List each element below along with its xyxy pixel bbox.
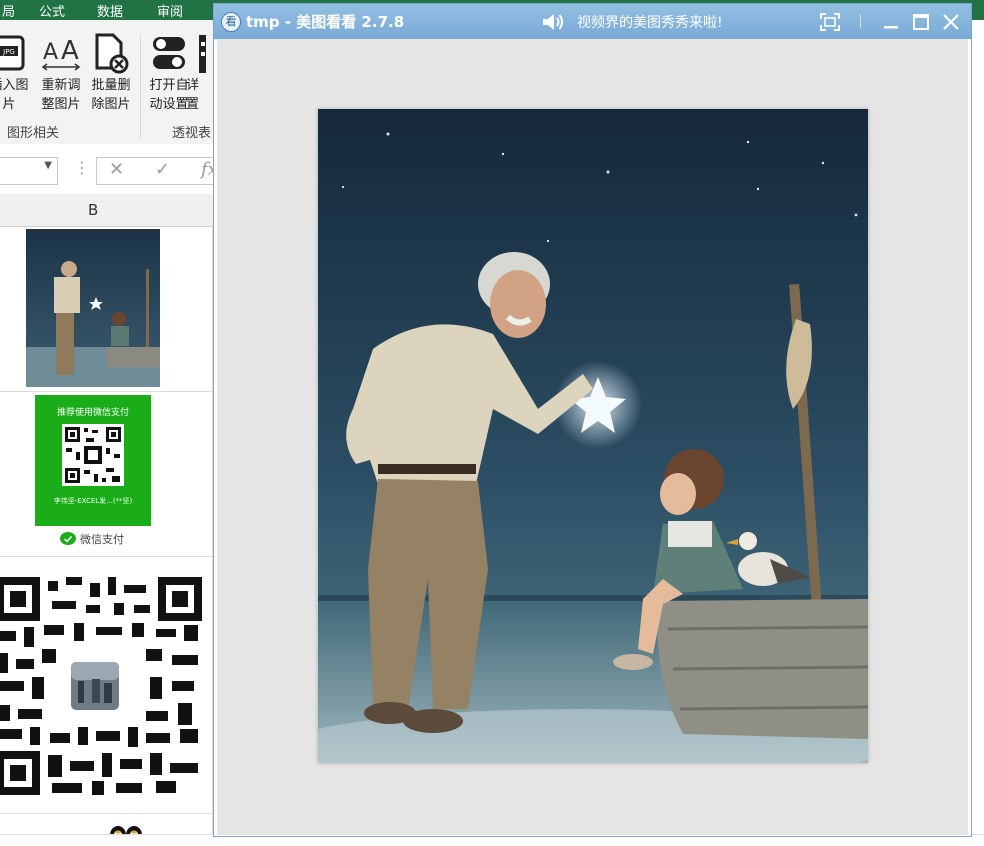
- thumbnail-image[interactable]: [26, 229, 160, 387]
- minimize-icon: [884, 26, 898, 29]
- promo-slogan[interactable]: 视频界的美图秀秀来啦!: [577, 12, 723, 32]
- group-label-pivot: 透视表: [172, 126, 212, 141]
- minimize-button[interactable]: [878, 10, 904, 34]
- delete-file-icon: [95, 33, 129, 74]
- viewer-title-bar[interactable]: 看 tmp - 美图看看 2.7.8 视频界的美图秀秀来啦!: [214, 4, 971, 39]
- close-icon: [943, 14, 959, 30]
- grid-line: [0, 556, 215, 557]
- svg-text:JPG: JPG: [2, 48, 15, 56]
- confirm-icon[interactable]: ✓: [155, 159, 170, 180]
- title-bar-divider: [860, 14, 861, 28]
- more-dots-icon: ⋮: [74, 158, 90, 177]
- insert-picture-button[interactable]: JPG 插入图 片: [0, 32, 34, 114]
- cancel-icon[interactable]: ✕: [109, 159, 124, 180]
- insert-picture-label: 插入图 片: [0, 78, 29, 112]
- formula-bar: ▼ ⋮ ✕ ✓ fx: [0, 144, 228, 195]
- wechat-pay-icon: [60, 532, 76, 545]
- grid-line: [0, 391, 215, 392]
- menu-item-partial[interactable]: 局: [2, 1, 15, 20]
- grid-line: [0, 813, 215, 814]
- chevron-down-icon: ▼: [44, 160, 52, 171]
- menu-item-data[interactable]: 数据: [97, 1, 123, 20]
- name-box[interactable]: ▼: [0, 157, 58, 185]
- wechat-pay-text: 微信支付: [80, 533, 124, 546]
- image-viewer-window: 看 tmp - 美图看看 2.7.8 视频界的美图秀秀来啦!: [213, 3, 972, 837]
- wechat-pay-title: 推荐使用微信支付: [56, 408, 129, 418]
- maximize-button[interactable]: [908, 10, 934, 34]
- detail-settings-label: 详 置: [186, 78, 200, 112]
- detail-settings-button[interactable]: 详 置: [186, 32, 216, 114]
- resize-picture-button[interactable]: A A 重新调 整图片: [36, 32, 86, 114]
- detail-icon: [199, 35, 206, 73]
- resize-picture-label: 重新调 整图片: [41, 78, 81, 112]
- displayed-image[interactable]: [318, 109, 868, 763]
- menu-item-review[interactable]: 审阅: [157, 1, 183, 20]
- wechat-pay-card[interactable]: 推荐使用微信支付 李伟坚-EXCEL发...(**坚): [35, 395, 151, 526]
- viewer-canvas[interactable]: [217, 39, 968, 835]
- wechat-pay-caption: 李伟坚-EXCEL发...(**坚): [53, 497, 133, 505]
- sheet-grid[interactable]: 推荐使用微信支付 李伟坚-EXCEL发...(**坚) 微信支付: [0, 227, 215, 845]
- svg-text:A: A: [61, 36, 79, 66]
- resize-font-icon: A A: [41, 36, 81, 71]
- maximize-icon: [913, 14, 929, 30]
- app-logo-icon: 看: [221, 12, 241, 32]
- menu-item-formulas[interactable]: 公式: [39, 1, 65, 20]
- fit-window-button[interactable]: [817, 10, 843, 34]
- column-header-row: B: [0, 194, 215, 227]
- toggle-icon: [153, 37, 185, 69]
- fullscreen-icon: [820, 13, 840, 31]
- batch-delete-label: 批量删 除图片: [91, 78, 131, 112]
- formula-input-area[interactable]: ✕ ✓ fx: [96, 157, 228, 185]
- svg-text:A: A: [43, 40, 58, 65]
- wechat-pay-label: 微信支付: [60, 531, 124, 547]
- column-header-b[interactable]: B: [88, 201, 98, 219]
- qr-code-image[interactable]: [0, 577, 202, 795]
- batch-delete-button[interactable]: 批量删 除图片: [86, 32, 136, 114]
- window-title: tmp - 美图看看 2.7.8: [246, 13, 405, 31]
- wechat-qr-code: [62, 424, 124, 486]
- speaker-icon[interactable]: [541, 11, 565, 33]
- ribbon-separator: [140, 34, 141, 138]
- excel-ribbon: JPG 插入图 片 A A 重新调 整图片: [0, 20, 215, 145]
- group-label-graphics: 图形相关: [7, 126, 60, 141]
- jpg-icon: JPG: [0, 35, 25, 71]
- close-button[interactable]: [938, 10, 964, 34]
